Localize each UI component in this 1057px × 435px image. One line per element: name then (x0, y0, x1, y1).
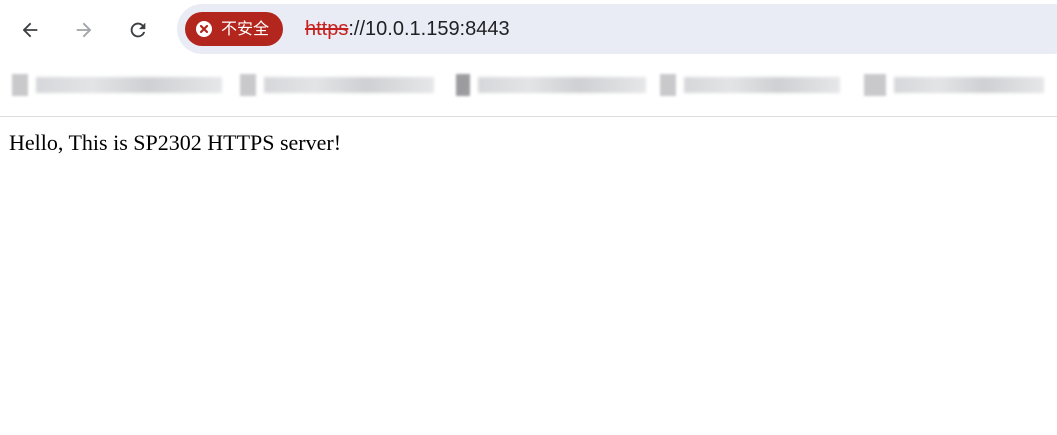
url-text[interactable]: https://10.0.1.159:8443 (305, 4, 510, 54)
bookmark-favicon (864, 74, 886, 96)
url-scheme: https (305, 18, 349, 40)
bookmark-label (894, 77, 1044, 93)
reload-button[interactable] (121, 13, 155, 47)
bookmark-favicon (456, 74, 470, 96)
bookmark-label (478, 77, 646, 93)
bookmark-label (684, 77, 840, 93)
close-circle-icon (195, 20, 213, 38)
bookmark-item[interactable] (456, 72, 646, 98)
security-warning-chip[interactable]: 不安全 (185, 12, 284, 46)
security-warning-label: 不安全 (221, 19, 270, 38)
address-bar[interactable]: 不安全 https://10.0.1.159:8443 (177, 4, 1057, 54)
bookmark-label (36, 77, 222, 93)
bookmark-favicon (12, 74, 28, 96)
reload-icon (130, 22, 146, 38)
browser-chrome: 不安全 https://10.0.1.159:8443 (0, 0, 1057, 117)
bookmarks-bar (0, 66, 1057, 106)
bookmark-favicon (240, 74, 256, 96)
bookmark-label (264, 77, 434, 93)
url-host: ://10.0.1.159:8443 (348, 18, 510, 40)
arrow-right-icon (76, 22, 92, 38)
arrow-left-icon (22, 22, 38, 38)
bookmark-item[interactable] (240, 72, 434, 98)
back-button[interactable] (13, 13, 47, 47)
bookmark-favicon (660, 74, 676, 96)
bookmark-item[interactable] (864, 72, 1044, 98)
forward-button[interactable] (67, 13, 101, 47)
bookmark-item[interactable] (12, 72, 222, 98)
bookmark-item[interactable] (660, 72, 840, 98)
page-body-text: Hello, This is SP2302 HTTPS server! (9, 130, 342, 155)
browser-toolbar: 不安全 https://10.0.1.159:8443 (0, 0, 1057, 58)
